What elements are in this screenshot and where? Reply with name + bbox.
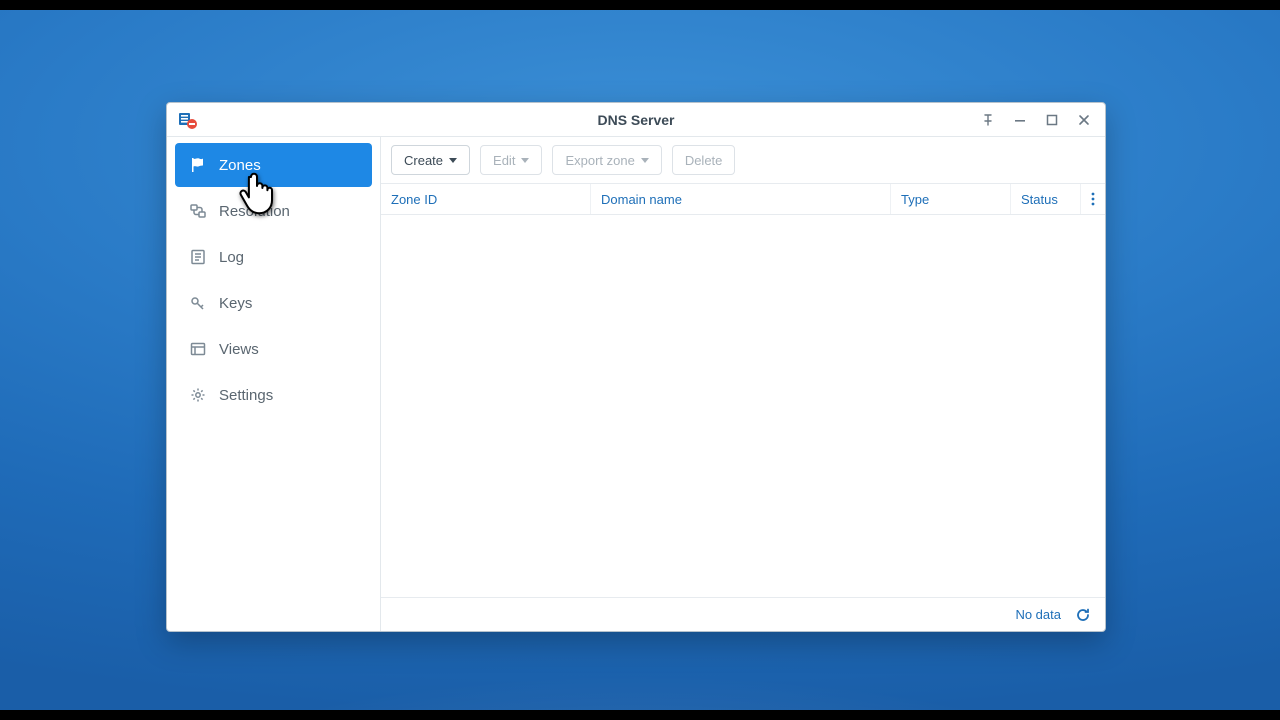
button-label: Delete	[685, 153, 723, 168]
maximize-button[interactable]	[1037, 106, 1067, 134]
app-icon	[177, 109, 199, 131]
table-body	[381, 215, 1105, 597]
edit-button[interactable]: Edit	[480, 145, 542, 175]
sidebar-item-label: Zones	[219, 157, 261, 174]
desktop: DNS Server	[0, 0, 1280, 720]
table-header: Zone ID Domain name Type Status	[381, 183, 1105, 215]
sidebar-item-settings[interactable]: Settings	[175, 373, 372, 417]
main-panel: Create Edit Export zone Delete	[381, 137, 1105, 631]
sidebar-item-resolution[interactable]: Resolution	[175, 189, 372, 233]
column-label: Status	[1021, 192, 1058, 207]
window-controls	[973, 106, 1105, 134]
pin-button[interactable]	[973, 106, 1003, 134]
refresh-button[interactable]	[1075, 607, 1091, 623]
column-label: Domain name	[601, 192, 682, 207]
create-button[interactable]: Create	[391, 145, 470, 175]
chevron-down-icon	[521, 158, 529, 163]
window-body: Zones Resolution	[167, 137, 1105, 631]
letterbox	[0, 0, 1280, 10]
sidebar-item-label: Views	[219, 341, 259, 358]
titlebar: DNS Server	[167, 103, 1105, 137]
sidebar-item-label: Keys	[219, 295, 252, 312]
button-label: Export zone	[565, 153, 634, 168]
more-vertical-icon	[1091, 192, 1095, 206]
dns-server-window: DNS Server	[166, 102, 1106, 632]
column-domain-name[interactable]: Domain name	[591, 184, 891, 214]
status-text: No data	[1015, 607, 1061, 622]
sidebar-item-label: Resolution	[219, 203, 290, 220]
column-label: Zone ID	[391, 192, 437, 207]
button-label: Edit	[493, 153, 515, 168]
key-icon	[189, 295, 207, 311]
gear-icon	[189, 387, 207, 403]
sidebar: Zones Resolution	[167, 137, 381, 631]
column-status[interactable]: Status	[1011, 184, 1081, 214]
chevron-down-icon	[641, 158, 649, 163]
sidebar-item-zones[interactable]: Zones	[175, 143, 372, 187]
column-label: Type	[901, 192, 929, 207]
column-options-button[interactable]	[1081, 184, 1105, 214]
views-icon	[189, 341, 207, 357]
delete-button[interactable]: Delete	[672, 145, 736, 175]
sidebar-item-keys[interactable]: Keys	[175, 281, 372, 325]
log-icon	[189, 249, 207, 265]
sidebar-item-label: Log	[219, 249, 244, 266]
chevron-down-icon	[449, 158, 457, 163]
flag-icon	[189, 157, 207, 173]
minimize-button[interactable]	[1005, 106, 1035, 134]
statusbar: No data	[381, 597, 1105, 631]
column-type[interactable]: Type	[891, 184, 1011, 214]
sidebar-item-log[interactable]: Log	[175, 235, 372, 279]
sidebar-item-views[interactable]: Views	[175, 327, 372, 371]
button-label: Create	[404, 153, 443, 168]
toolbar: Create Edit Export zone Delete	[381, 137, 1105, 183]
window-title: DNS Server	[167, 112, 1105, 128]
sidebar-item-label: Settings	[219, 387, 273, 404]
column-zone-id[interactable]: Zone ID	[381, 184, 591, 214]
close-button[interactable]	[1069, 106, 1099, 134]
export-zone-button[interactable]: Export zone	[552, 145, 661, 175]
refresh-icon	[1075, 607, 1091, 623]
resolution-icon	[189, 203, 207, 219]
letterbox	[0, 710, 1280, 720]
